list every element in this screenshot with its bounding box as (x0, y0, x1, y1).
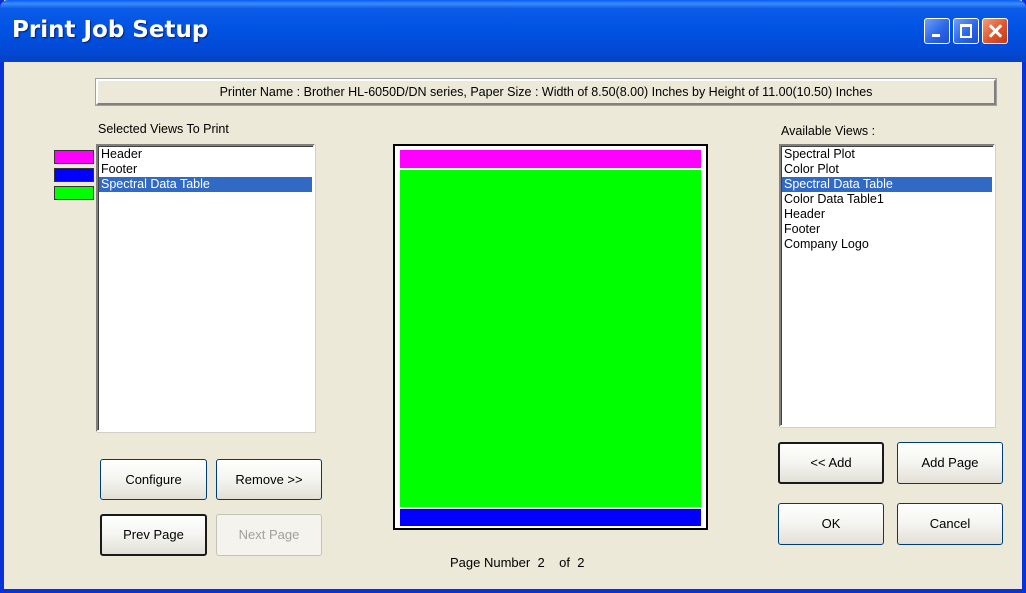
list-item[interactable]: Footer (782, 222, 992, 237)
page-number-current: 2 (537, 555, 545, 570)
list-item[interactable]: Spectral Data Table (99, 177, 312, 192)
cancel-button[interactable]: Cancel (897, 503, 1003, 545)
page-number-label: Page Number (450, 555, 531, 570)
list-item[interactable]: Spectral Data Table (782, 177, 992, 192)
page-number-of-label: of (559, 555, 570, 570)
window-title: Print Job Setup (12, 17, 209, 43)
selected-views-label: Selected Views To Print (98, 122, 229, 136)
preview-header-block (400, 150, 701, 168)
list-item[interactable]: Spectral Plot (782, 147, 992, 162)
selected-views-list[interactable]: Header Footer Spectral Data Table (96, 144, 315, 432)
add-page-button[interactable]: Add Page (897, 442, 1003, 484)
spectral-data-table-color-swatch (54, 186, 94, 200)
available-views-list[interactable]: Spectral Plot Color Plot Spectral Data T… (779, 144, 995, 427)
configure-button[interactable]: Configure (100, 459, 207, 500)
maximize-button[interactable] (953, 18, 979, 44)
print-job-setup-window: Print Job Setup Printer Name : Brother H… (0, 0, 1026, 593)
preview-footer-block (400, 509, 701, 526)
ok-button[interactable]: OK (778, 503, 884, 545)
header-color-swatch (54, 150, 94, 164)
page-number-total: 2 (577, 555, 585, 570)
preview-spectral-data-table-block (400, 170, 701, 507)
list-item[interactable]: Header (782, 207, 992, 222)
title-bar[interactable]: Print Job Setup (0, 0, 1026, 62)
next-page-button[interactable]: Next Page (216, 514, 322, 556)
prev-page-button[interactable]: Prev Page (100, 514, 207, 556)
page-preview (393, 144, 708, 530)
printer-info-field: Printer Name : Brother HL-6050D/DN serie… (95, 78, 997, 106)
close-button[interactable] (982, 18, 1008, 44)
page-number-indicator: Page Number 2 of 2 (450, 555, 584, 570)
available-views-label: Available Views : (781, 124, 876, 138)
list-item[interactable]: Company Logo (782, 237, 992, 252)
add-button[interactable]: << Add (778, 442, 884, 484)
list-item[interactable]: Header (99, 147, 312, 162)
list-item[interactable]: Color Plot (782, 162, 992, 177)
list-item[interactable]: Color Data Table1 (782, 192, 992, 207)
remove-button[interactable]: Remove >> (216, 459, 322, 500)
list-item[interactable]: Footer (99, 162, 312, 177)
minimize-button[interactable] (924, 18, 950, 44)
footer-color-swatch (54, 168, 94, 182)
